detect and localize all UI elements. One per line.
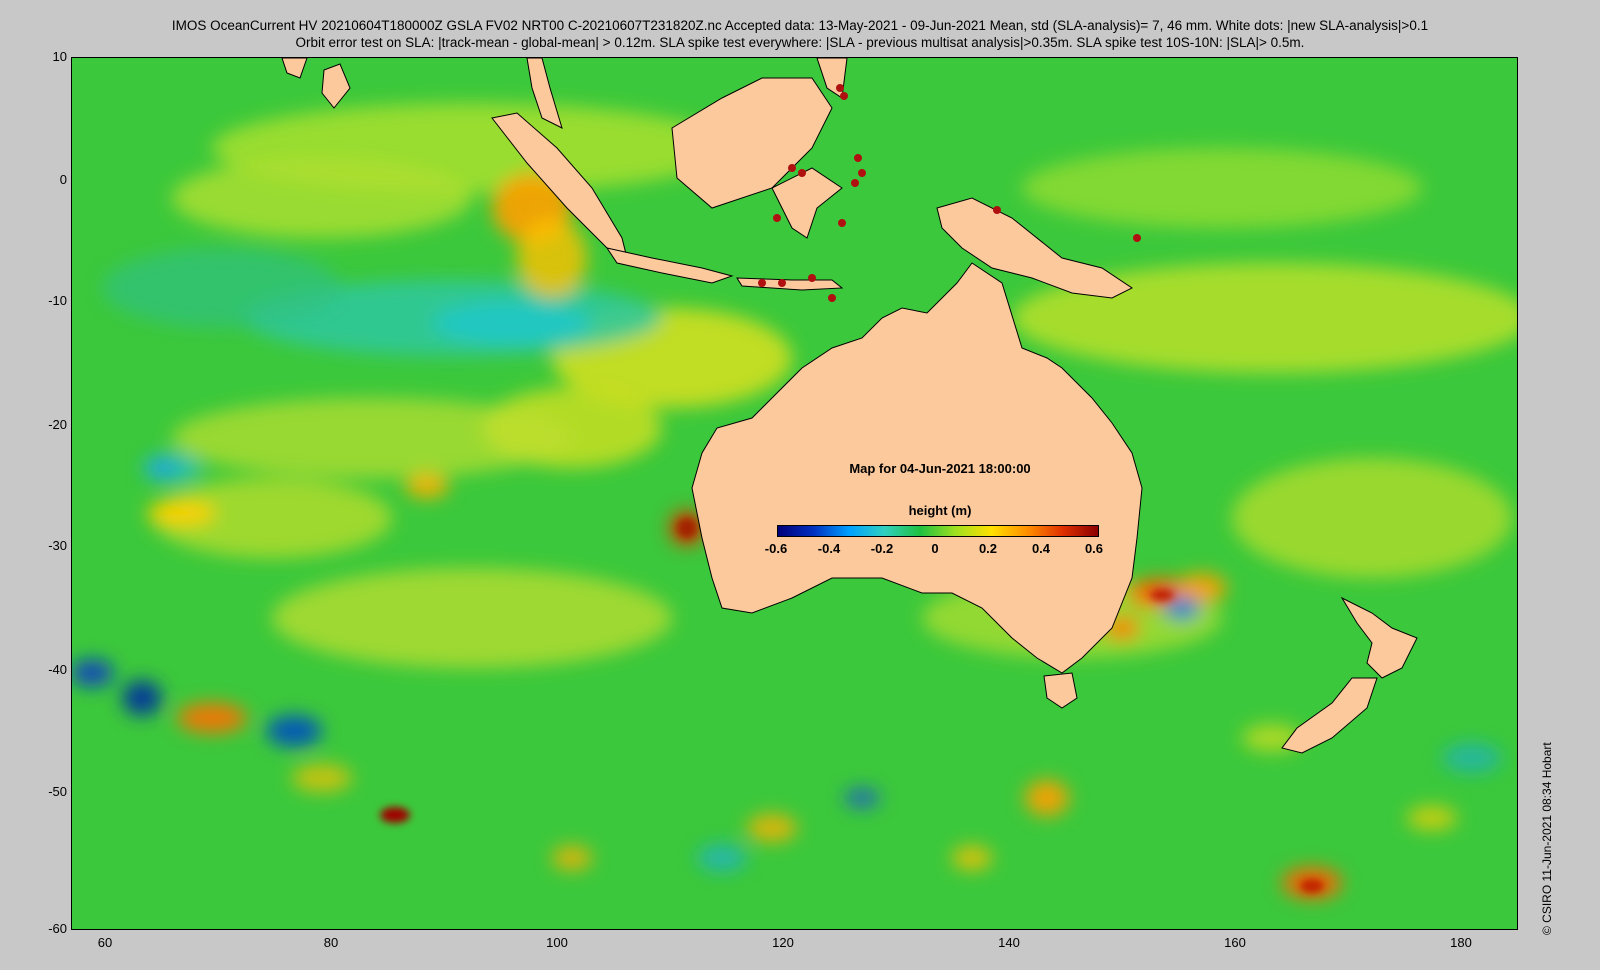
lon-tick-120: 120 xyxy=(772,935,794,950)
lat-tick-m60: -60 xyxy=(48,921,67,936)
credit-label: © CSIRO 11-Jun-2021 08:34 Hobart xyxy=(1540,742,1554,935)
colorbar xyxy=(777,525,1099,537)
lon-tick-60: 60 xyxy=(97,935,113,950)
lat-tick-m50: -50 xyxy=(48,784,67,799)
colorbar-tick: 0.2 xyxy=(978,541,998,556)
colorbar-tick: -0.6 xyxy=(764,541,788,556)
lat-tick-m20: -20 xyxy=(48,417,67,432)
sea-level-anomaly-map xyxy=(71,57,1518,930)
lon-tick-140: 140 xyxy=(998,935,1020,950)
lat-tick-m40: -40 xyxy=(48,662,67,677)
lat-tick-m30: -30 xyxy=(48,538,67,553)
map-title-line-1: IMOS OceanCurrent HV 20210604T180000Z GS… xyxy=(171,18,1429,33)
map-date-label: Map for 04-Jun-2021 18:00:00 xyxy=(849,461,1031,476)
map-title-line-2: Orbit error test on SLA: |track-mean - g… xyxy=(295,35,1305,50)
lat-tick-10: 10 xyxy=(52,49,67,64)
colorbar-tick: -0.2 xyxy=(870,541,894,556)
colorbar-tick: 0.4 xyxy=(1031,541,1051,556)
lon-tick-80: 80 xyxy=(323,935,339,950)
lon-tick-180: 180 xyxy=(1450,935,1472,950)
colorbar-tick: -0.4 xyxy=(817,541,841,556)
colorbar-tick: 0 xyxy=(931,541,939,556)
colorbar-tick: 0.6 xyxy=(1084,541,1104,556)
lat-tick-0: 0 xyxy=(59,172,67,187)
lat-tick-m10: -10 xyxy=(48,293,67,308)
colorbar-label: height (m) xyxy=(908,503,972,518)
lon-tick-100: 100 xyxy=(546,935,568,950)
lon-tick-160: 160 xyxy=(1224,935,1246,950)
map-canvas xyxy=(72,58,1517,929)
